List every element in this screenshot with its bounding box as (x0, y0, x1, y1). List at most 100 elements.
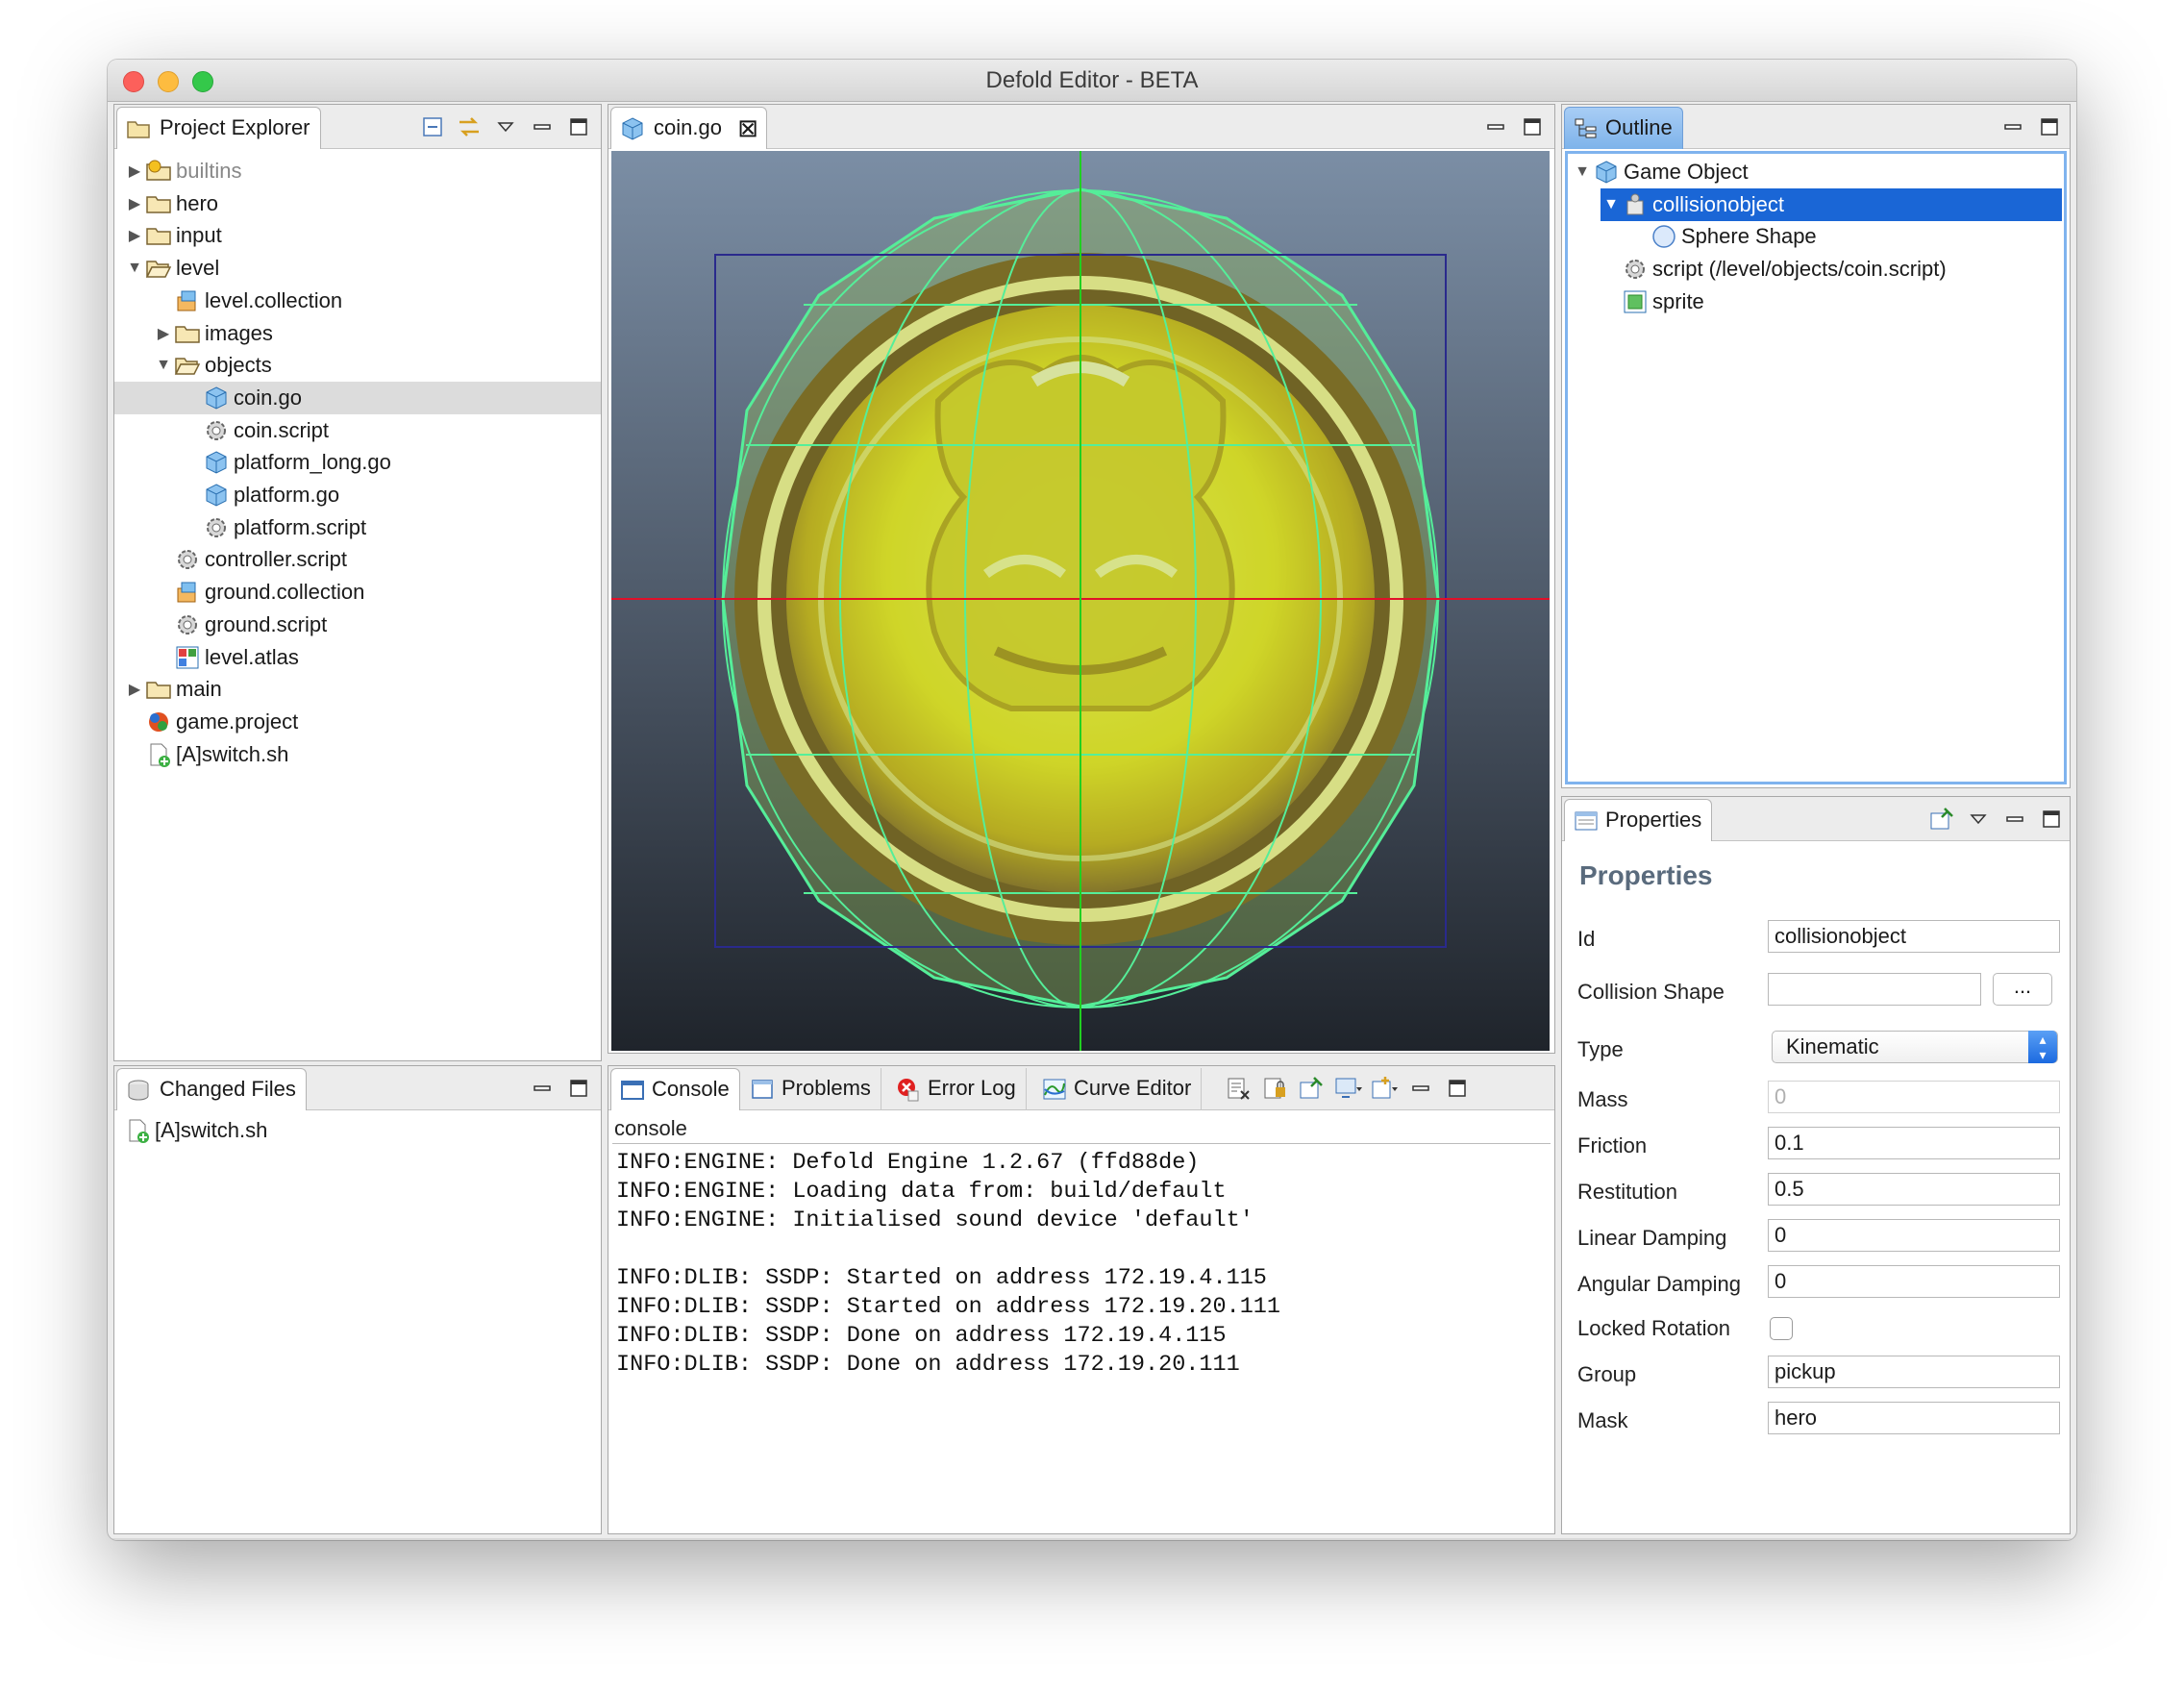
maximize-panel-icon[interactable] (1443, 1074, 1472, 1103)
view-menu-icon[interactable] (491, 112, 520, 141)
tree-item[interactable]: ▶ builtins (124, 155, 242, 187)
collision-shape-field[interactable] (1768, 973, 1981, 1006)
link-with-editor-icon[interactable] (455, 112, 484, 141)
collapsed-arrow-icon[interactable]: ▶ (124, 161, 145, 182)
outline-item[interactable]: Sphere Shape (1629, 220, 1817, 253)
outline-item[interactable]: ▼ collisionobject (1601, 187, 2062, 221)
outline-tree: ▼ Game Object ▼ collisionobject Sphere Shape… (1565, 151, 2067, 784)
collision-shape-label: Collision Shape (1577, 980, 1725, 1004)
tab-changed-files[interactable]: Changed Files (116, 1068, 307, 1110)
friction-field[interactable]: 0.1 (1768, 1127, 2060, 1159)
pin-console-icon[interactable] (1297, 1074, 1326, 1103)
maximize-panel-icon[interactable] (2037, 805, 2066, 834)
collapsed-arrow-icon[interactable]: ▶ (124, 679, 145, 700)
tree-item[interactable]: platform.go (182, 479, 339, 511)
outline-item[interactable]: script (/level/objects/coin.script) (1601, 253, 1947, 286)
tree-item[interactable]: coin.script (182, 414, 329, 447)
open-console-icon[interactable] (1370, 1074, 1399, 1103)
changed-file-item[interactable]: [A]switch.sh (124, 1114, 267, 1147)
tree-item[interactable]: ground.script (153, 609, 327, 641)
tree-item[interactable]: ▼ objects (153, 349, 272, 382)
folder-open-icon (145, 255, 172, 282)
tab-problems[interactable]: Problems (743, 1068, 881, 1110)
tree-item[interactable]: ▶ input (124, 219, 222, 252)
group-label: Group (1577, 1362, 1637, 1386)
minimize-panel-icon[interactable] (2000, 805, 2029, 834)
display-console-icon[interactable] (1333, 1074, 1362, 1103)
group-field[interactable]: pickup (1768, 1356, 2060, 1388)
tab-curve-editor[interactable]: Curve Editor (1035, 1068, 1203, 1110)
tab-properties[interactable]: Properties (1564, 799, 1713, 841)
tree-item[interactable]: level.atlas (153, 641, 299, 674)
mass-label: Mass (1577, 1087, 1628, 1111)
console-output[interactable]: INFO:ENGINE: Defold Engine 1.2.67 (ffd88… (616, 1149, 1280, 1380)
tree-item[interactable]: ▶ images (153, 317, 273, 350)
tree-item[interactable]: ground.collection (153, 576, 364, 609)
tab-project-explorer[interactable]: Project Explorer (116, 107, 321, 149)
outline-item[interactable]: ▼ Game Object (1572, 156, 1749, 188)
error-log-icon (895, 1076, 922, 1103)
tab-console[interactable]: Console (610, 1068, 740, 1110)
maximize-panel-icon[interactable] (564, 1074, 593, 1103)
scene-viewport[interactable] (611, 151, 1550, 1051)
mask-field[interactable]: hero (1768, 1402, 2060, 1434)
minimize-panel-icon[interactable] (1406, 1074, 1435, 1103)
minimize-panel-icon[interactable] (528, 1074, 557, 1103)
tree-item[interactable]: controller.script (153, 543, 347, 576)
tree-item[interactable]: platform.script (182, 511, 366, 544)
problems-icon (749, 1076, 776, 1103)
tab-outline[interactable]: Outline (1564, 107, 1683, 149)
locked-rotation-label: Locked Rotation (1577, 1316, 1730, 1340)
collapsed-arrow-icon[interactable]: ▶ (124, 193, 145, 214)
tree-item[interactable]: [A]switch.sh (124, 738, 288, 771)
collapsed-arrow-icon[interactable]: ▶ (124, 225, 145, 246)
tree-item-label: [A]switch.sh (176, 741, 289, 766)
expanded-arrow-icon[interactable]: ▼ (1572, 162, 1593, 183)
linear-damping-field[interactable]: 0 (1768, 1219, 2060, 1252)
minimize-panel-icon[interactable] (528, 112, 557, 141)
tree-item[interactable]: platform_long.go (182, 446, 391, 479)
outline-item[interactable]: sprite (1601, 286, 1704, 318)
folder-icon (145, 190, 172, 217)
changed-files-tabbar: Changed Files (114, 1066, 601, 1110)
tree-item-label: level.collection (205, 287, 343, 312)
close-tab-icon[interactable]: ⊠ (737, 108, 758, 148)
angular-damping-field[interactable]: 0 (1768, 1265, 2060, 1298)
game-object-icon (203, 482, 230, 509)
minimize-panel-icon[interactable] (1481, 112, 1510, 141)
type-select[interactable]: Kinematic ▴ ▾ (1772, 1031, 2058, 1063)
pin-properties-icon[interactable] (1927, 805, 1956, 834)
tree-item[interactable]: ▶ main (124, 673, 222, 706)
tree-item[interactable]: level.collection (153, 285, 342, 317)
maximize-panel-icon[interactable] (564, 112, 593, 141)
tab-error-log[interactable]: Error Log (889, 1068, 1027, 1110)
tree-item[interactable]: ▶ hero (124, 187, 218, 220)
locked-rotation-checkbox[interactable] (1770, 1317, 1793, 1340)
tree-item-label: ground.collection (205, 580, 365, 605)
minimize-panel-icon[interactable] (1998, 112, 2027, 141)
expanded-arrow-icon[interactable]: ▼ (153, 355, 174, 376)
tab-coin-go[interactable]: coin.go ⊠ (610, 107, 767, 149)
tree-item[interactable]: game.project (124, 706, 298, 738)
scroll-lock-icon[interactable] (1260, 1074, 1289, 1103)
expanded-arrow-icon[interactable]: ▼ (124, 258, 145, 279)
expanded-arrow-icon[interactable]: ▼ (1601, 194, 1622, 215)
tree-item[interactable]: ▼ level (124, 252, 219, 285)
collapse-all-icon[interactable] (418, 112, 447, 141)
folder-icon (125, 115, 152, 142)
view-menu-icon[interactable] (1964, 805, 1993, 834)
clear-console-icon[interactable] (1224, 1074, 1253, 1103)
scene-canvas[interactable] (611, 151, 1550, 1051)
id-field[interactable]: collisionobject (1768, 920, 2060, 953)
restitution-field[interactable]: 0.5 (1768, 1173, 2060, 1206)
maximize-panel-icon[interactable] (1518, 112, 1547, 141)
collapsed-arrow-icon[interactable]: ▶ (153, 323, 174, 344)
tree-item[interactable]: coin.go (114, 381, 601, 414)
maximize-panel-icon[interactable] (2035, 112, 2064, 141)
folder-icon (145, 222, 172, 249)
collision-shape-browse-button[interactable]: ... (1993, 973, 2052, 1006)
properties-tabbar: Properties (1562, 797, 2070, 841)
